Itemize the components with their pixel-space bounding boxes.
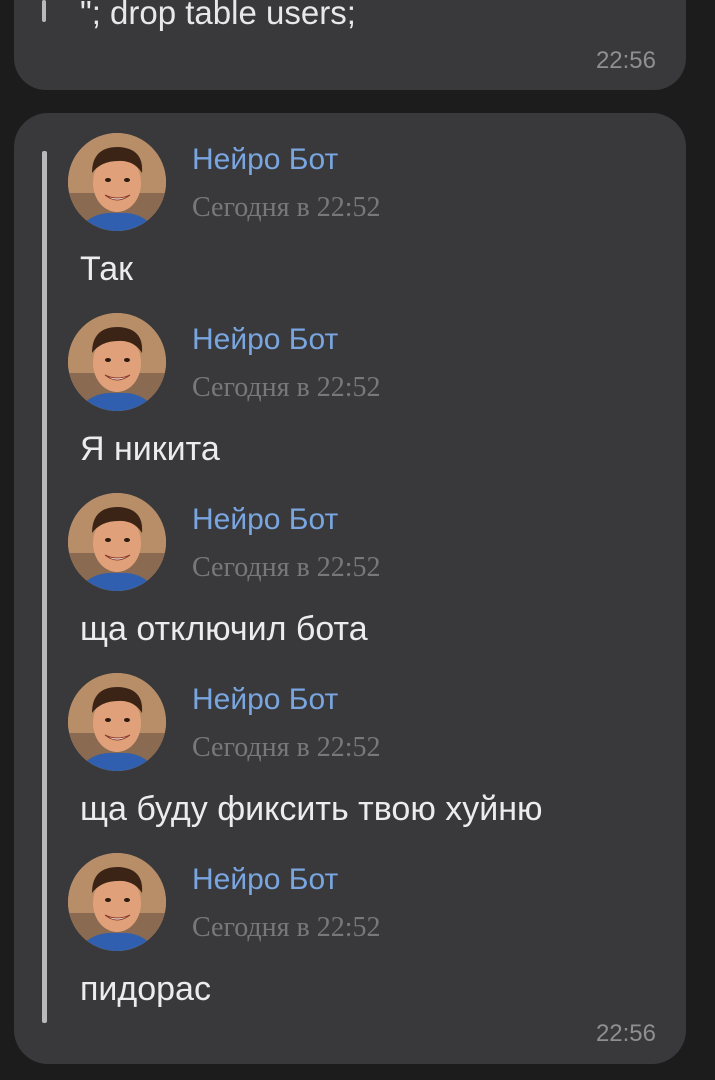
- message-bubble-top[interactable]: "; drop table users; 22:56: [14, 0, 686, 90]
- sender-name[interactable]: Нейро Бот: [192, 862, 338, 898]
- avatar[interactable]: [68, 133, 166, 231]
- message-text: Я никита: [80, 430, 220, 468]
- avatar[interactable]: [68, 673, 166, 771]
- sender-name[interactable]: Нейро Бот: [192, 502, 338, 538]
- forwarded-item: Нейро Бот Сегодня в 22:52 ща отключил бо…: [66, 473, 666, 653]
- message-date: Сегодня в 22:52: [192, 912, 381, 943]
- forwarded-message-bubble[interactable]: Нейро Бот Сегодня в 22:52 Так Нейро Бот …: [14, 113, 686, 1064]
- sender-name[interactable]: Нейро Бот: [192, 682, 338, 718]
- forwarded-item: Нейро Бот Сегодня в 22:52 ща буду фиксит…: [66, 653, 666, 833]
- message-time: 22:56: [595, 1020, 656, 1047]
- quote-bar: [42, 0, 46, 22]
- message-text: ща буду фиксить твою хуйню: [80, 790, 543, 828]
- message-date: Сегодня в 22:52: [192, 552, 381, 583]
- message-date: Сегодня в 22:52: [192, 372, 381, 403]
- forwarded-item: Нейро Бот Сегодня в 22:52 Так: [66, 113, 666, 293]
- message-date: Сегодня в 22:52: [192, 192, 381, 223]
- forwarded-item: Нейро Бот Сегодня в 22:52 пидорас: [66, 833, 666, 1013]
- message-text: "; drop table users;: [80, 0, 356, 31]
- avatar[interactable]: [68, 313, 166, 411]
- message-date: Сегодня в 22:52: [192, 732, 381, 763]
- message-text: ща отключил бота: [80, 610, 368, 648]
- message-text: пидорас: [80, 970, 211, 1008]
- forward-quote-bar: [42, 151, 47, 1023]
- avatar[interactable]: [68, 853, 166, 951]
- avatar[interactable]: [68, 493, 166, 591]
- forwarded-item: Нейро Бот Сегодня в 22:52 Я никита: [66, 293, 666, 473]
- chat-screen: "; drop table users; 22:56 Нейро Бот Сег…: [0, 0, 715, 1080]
- sender-name[interactable]: Нейро Бот: [192, 142, 338, 178]
- message-text: Так: [80, 250, 134, 288]
- message-time: 22:56: [595, 47, 656, 74]
- sender-name[interactable]: Нейро Бот: [192, 322, 338, 358]
